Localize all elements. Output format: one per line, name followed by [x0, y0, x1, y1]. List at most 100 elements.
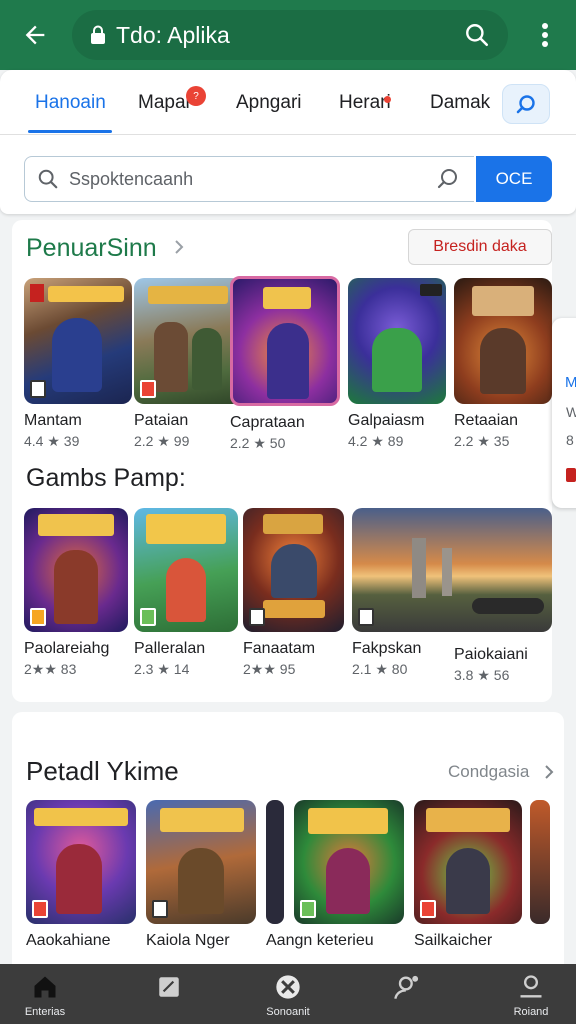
section-action-button[interactable]: Bresdin daka [408, 229, 552, 265]
nav-item-home[interactable]: Enterias [0, 964, 90, 1024]
game-art-icon [146, 800, 256, 924]
app-card[interactable]: Retaaian 2.2 ★ 35 [454, 278, 552, 450]
search-row: Sspoktencaanh OCE [24, 156, 552, 202]
nav-label: Sonoanit [266, 1006, 310, 1018]
category-tabs: Hanoain Mapai ? Apngari Herari Damak [0, 70, 576, 135]
nav-item-tablet[interactable] [124, 964, 214, 1024]
game-art-icon [230, 276, 340, 406]
app-name: Caprataan [230, 414, 305, 431]
game-art-icon [134, 278, 242, 404]
nav-item-people[interactable] [362, 964, 452, 1024]
section-title: Gambs Pamp: [26, 464, 186, 492]
nav-item-account[interactable]: Roiand [486, 964, 576, 1024]
top-app-bar: Tdo: Aplika [0, 0, 576, 70]
app-rating: 4.4 ★ 39 [24, 433, 80, 449]
peek-text: M [565, 374, 576, 391]
app-name: Fanaatam [243, 640, 316, 657]
search-icon [516, 95, 535, 114]
app-rating: 4.2 ★ 89 [348, 433, 404, 449]
app-name: Sailkaicher [414, 932, 493, 949]
peek-text: 8 [566, 432, 574, 448]
app-name: Kaiola Nger [146, 932, 230, 949]
app-card[interactable]: Kaiola Nger [146, 800, 256, 950]
app-rating: 2.2 ★ 35 [454, 433, 510, 449]
landscape-art-icon [352, 508, 552, 632]
app-name: Palleralan [134, 640, 206, 657]
game-art-icon [294, 800, 404, 924]
tab-mapai[interactable]: Mapai [138, 92, 190, 114]
partial-app-thumb[interactable] [530, 800, 550, 924]
game-art-icon [24, 278, 132, 404]
app-rating: 2.2 ★ 50 [230, 435, 286, 451]
recommended-section-card: Petadl Ykime Condgasia Aaokahiane Kaiola… [12, 712, 564, 974]
peek-icon [566, 468, 576, 482]
app-card[interactable]: Fanaatam 2★★ 95 [243, 508, 344, 678]
games-icon [273, 972, 303, 1002]
app-rating: 2.2 ★ 99 [134, 433, 190, 449]
back-button[interactable] [18, 18, 52, 52]
game-art-icon [134, 508, 238, 632]
search-icon [38, 169, 58, 189]
app-name: Retaaian [454, 412, 519, 429]
app-rating: 2★★ 83 [24, 661, 77, 677]
lock-icon [91, 25, 105, 44]
search-icon[interactable] [436, 167, 460, 191]
app-rating: 2.3 ★ 14 [134, 661, 190, 677]
search-submit-button[interactable]: OCE [476, 156, 552, 202]
app-card[interactable]: Paiokaiani 3.8 ★ 56 [454, 646, 552, 684]
app-card[interactable]: Aaokahiane [26, 800, 136, 950]
address-bar[interactable]: Tdo: Aplika [72, 10, 508, 60]
app-card[interactable]: Pataian 2.2 ★ 99 [134, 278, 242, 450]
more-vert-icon [542, 23, 548, 47]
nav-label: Roiand [513, 1006, 549, 1018]
tablet-icon [154, 972, 184, 1002]
home-icon [30, 972, 60, 1002]
more-menu-button[interactable] [532, 20, 558, 50]
see-more-link[interactable]: Condgasia [448, 762, 529, 782]
app-name: Aaokahiane [26, 932, 111, 949]
page-title: Tdo: Aplika [116, 21, 230, 48]
section-title: Petadl Ykime [26, 756, 179, 786]
game-art-icon [414, 800, 522, 924]
person-icon [392, 972, 422, 1002]
search-input[interactable]: Sspoktencaanh [24, 156, 474, 202]
game-art-icon [348, 278, 446, 404]
tab-search-button[interactable] [502, 84, 550, 124]
game-art-icon [26, 800, 136, 924]
game-art-icon [243, 508, 344, 632]
app-card[interactable]: Aangn keterieu [266, 800, 406, 950]
new-dot-indicator [384, 96, 391, 103]
game-art-icon [454, 278, 552, 404]
featured-section-card: PenuarSinn Bresdin daka Mantam 4.4 ★ 39 … [12, 220, 552, 702]
side-peek-card[interactable]: M W 8 [552, 318, 576, 508]
app-name: Galpaiasm [348, 412, 425, 429]
nav-label: Enterias [24, 1006, 66, 1018]
app-name: Pataian [134, 412, 189, 429]
search-icon[interactable] [464, 22, 490, 48]
active-tab-indicator [28, 130, 112, 133]
app-card[interactable]: Sailkaicher [414, 800, 522, 950]
tab-hanoain[interactable]: Hanoain [35, 92, 106, 114]
back-arrow-icon [25, 25, 45, 45]
nav-item-games[interactable]: Sonoanit [243, 964, 333, 1024]
app-card[interactable]: Mantam 4.4 ★ 39 [24, 278, 132, 450]
tab-herari[interactable]: Herari [339, 92, 391, 114]
bottom-navigation: Enterias Sonoanit Roiand [0, 964, 576, 1024]
chevron-right-icon[interactable] [172, 240, 186, 254]
tab-apngari[interactable]: Apngari [236, 92, 302, 114]
app-name: Paiokaiani [454, 646, 528, 663]
app-name: Aangn keterieu [266, 932, 374, 949]
chevron-right-icon[interactable] [542, 764, 556, 780]
tab-damak[interactable]: Damak [430, 92, 490, 114]
app-rating: 3.8 ★ 56 [454, 667, 510, 683]
app-card[interactable]: Caprataan 2.2 ★ 50 [230, 276, 340, 452]
app-card[interactable]: Galpaiasm 4.2 ★ 89 [348, 278, 446, 450]
app-card[interactable]: Paolareiahg 2★★ 83 [24, 508, 128, 678]
section-title: PenuarSinn [26, 234, 157, 262]
account-icon [516, 972, 546, 1002]
app-card[interactable]: Palleralan 2.3 ★ 14 [134, 508, 238, 678]
app-name: Paolareiahg [24, 640, 110, 657]
app-name: Mantam [24, 412, 82, 429]
notification-badge: ? [186, 86, 206, 106]
peek-text: W [566, 404, 576, 420]
